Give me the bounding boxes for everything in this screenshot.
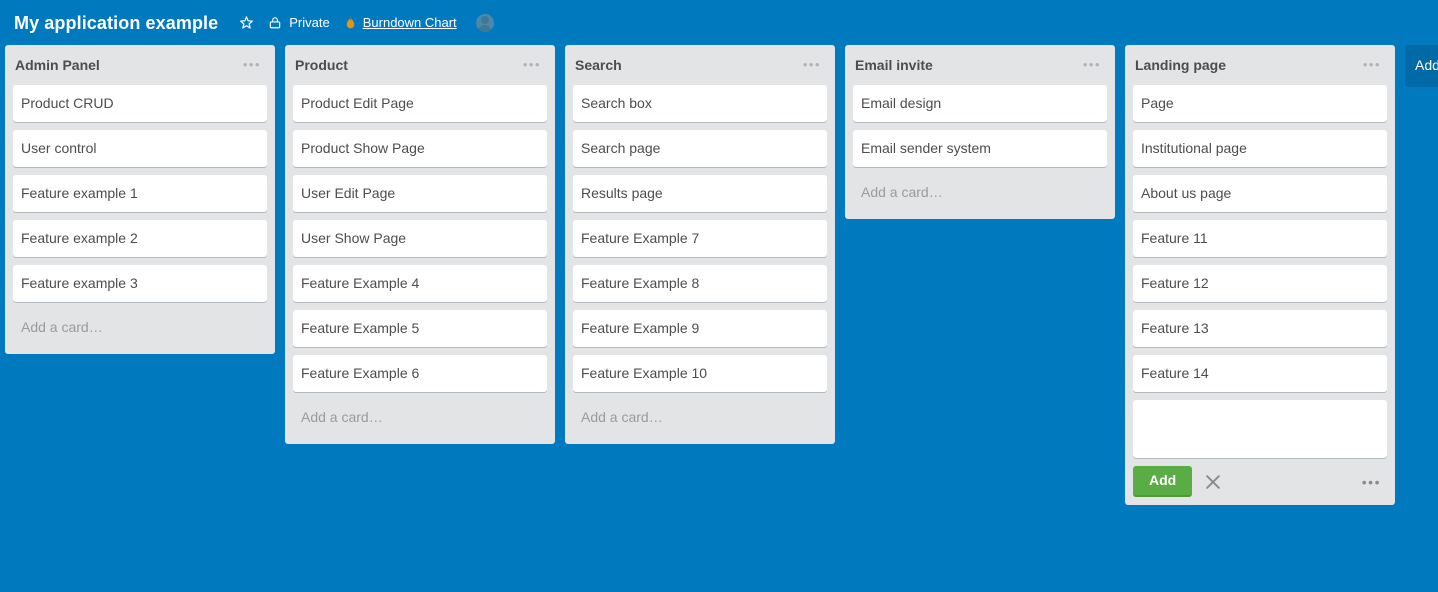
lock-icon — [268, 15, 282, 30]
list-admin-panel: Admin Panel ••• Product CRUD User contro… — [5, 45, 275, 354]
card[interactable]: Page — [1133, 85, 1387, 122]
card[interactable]: Feature Example 8 — [573, 265, 827, 302]
card[interactable]: Product Show Page — [293, 130, 547, 167]
list-search: Search ••• Search box Search page Result… — [565, 45, 835, 444]
card[interactable]: User Show Page — [293, 220, 547, 257]
list-menu-icon[interactable]: ••• — [1359, 58, 1385, 72]
list-header: Product ••• — [293, 45, 547, 85]
list-title: Search — [575, 57, 622, 73]
card[interactable]: User control — [13, 130, 267, 167]
card[interactable]: Institutional page — [1133, 130, 1387, 167]
list-menu-icon[interactable]: ••• — [519, 58, 545, 72]
card[interactable]: Feature Example 7 — [573, 220, 827, 257]
list-header: Search ••• — [573, 45, 827, 85]
list-title: Landing page — [1135, 57, 1226, 73]
card[interactable]: Feature Example 6 — [293, 355, 547, 392]
card[interactable]: Feature Example 10 — [573, 355, 827, 392]
card[interactable]: Feature 14 — [1133, 355, 1387, 392]
card[interactable]: Feature 11 — [1133, 220, 1387, 257]
composer-controls: Add ••• — [1133, 465, 1387, 497]
card[interactable]: Search box — [573, 85, 827, 122]
card[interactable]: Feature 13 — [1133, 310, 1387, 347]
add-card-submit-button[interactable]: Add — [1133, 466, 1193, 497]
card-list: Email design Email sender system — [853, 85, 1107, 175]
new-card-textarea[interactable] — [1133, 400, 1387, 458]
list-menu-icon[interactable]: ••• — [239, 58, 265, 72]
list-product: Product ••• Product Edit Page Product Sh… — [285, 45, 555, 444]
list-header: Landing page ••• — [1133, 45, 1387, 85]
list-title: Admin Panel — [15, 57, 100, 73]
add-a-card-button[interactable]: Add a card… — [853, 175, 1107, 211]
list-title: Email invite — [855, 57, 933, 73]
card[interactable]: Product CRUD — [13, 85, 267, 122]
user-avatar-icon[interactable] — [475, 13, 494, 32]
list-email-invite: Email invite ••• Email design Email send… — [845, 45, 1115, 219]
board-header: My application example Private Burndown … — [0, 0, 1438, 45]
board-visibility-label: Private — [289, 15, 330, 30]
card[interactable]: About us page — [1133, 175, 1387, 212]
card[interactable]: Email design — [853, 85, 1107, 122]
star-icon — [239, 15, 254, 30]
board-canvas: Admin Panel ••• Product CRUD User contro… — [0, 45, 1438, 592]
card[interactable]: Feature example 3 — [13, 265, 267, 302]
board-visibility-button[interactable]: Private — [261, 9, 336, 37]
list-title: Product — [295, 57, 348, 73]
page-title: My application example — [14, 12, 219, 33]
card-list: Product Edit Page Product Show Page User… — [293, 85, 547, 400]
card[interactable]: Feature example 1 — [13, 175, 267, 212]
card-list: Product CRUD User control Feature exampl… — [13, 85, 267, 310]
card[interactable]: Feature Example 4 — [293, 265, 547, 302]
card-composer: Add ••• — [1133, 400, 1387, 497]
card-list: Search box Search page Results page Feat… — [573, 85, 827, 400]
list-header: Email invite ••• — [853, 45, 1107, 85]
star-board-button[interactable] — [232, 9, 261, 37]
card-list: Page Institutional page About us page Fe… — [1133, 85, 1387, 400]
add-a-card-button[interactable]: Add a card… — [573, 400, 827, 436]
ellipsis-icon[interactable]: ••• — [1356, 473, 1387, 491]
list-landing-page: Landing page ••• Page Institutional page… — [1125, 45, 1395, 505]
card[interactable]: Feature example 2 — [13, 220, 267, 257]
list-header: Admin Panel ••• — [13, 45, 267, 85]
card[interactable]: Feature Example 5 — [293, 310, 547, 347]
card[interactable]: Results page — [573, 175, 827, 212]
flame-icon — [344, 15, 357, 31]
card[interactable]: User Edit Page — [293, 175, 547, 212]
burndown-chart-powerup-button[interactable]: Burndown Chart — [337, 9, 464, 37]
list-menu-icon[interactable]: ••• — [799, 58, 825, 72]
add-a-card-button[interactable]: Add a card… — [293, 400, 547, 436]
card[interactable]: Feature 12 — [1133, 265, 1387, 302]
card[interactable]: Email sender system — [853, 130, 1107, 167]
close-icon[interactable] — [1202, 471, 1224, 493]
add-another-list-button[interactable]: Add another list… — [1405, 45, 1438, 87]
card[interactable]: Search page — [573, 130, 827, 167]
burndown-chart-link-label: Burndown Chart — [362, 15, 457, 30]
list-menu-icon[interactable]: ••• — [1079, 58, 1105, 72]
card[interactable]: Product Edit Page — [293, 85, 547, 122]
add-a-card-button[interactable]: Add a card… — [13, 310, 267, 346]
card[interactable]: Feature Example 9 — [573, 310, 827, 347]
